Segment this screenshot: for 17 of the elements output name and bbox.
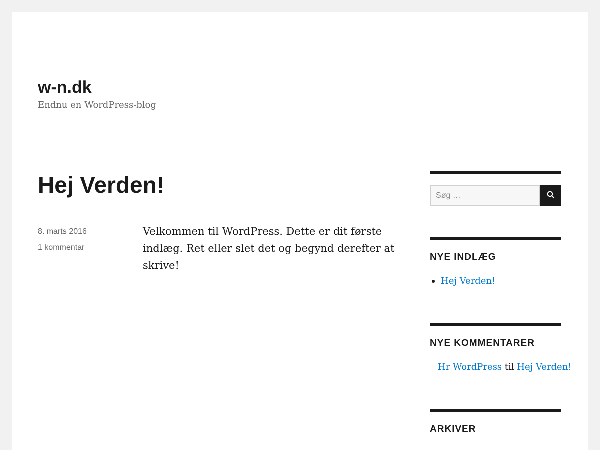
post-body: Velkommen til WordPress. Dette er dit første indlæg. Ret eller slet det og begynd derefter at skrive! <box>143 224 396 274</box>
search-field[interactable]: Søg … <box>430 184 540 206</box>
search-icon <box>546 191 554 199</box>
widget-heading: NYE KOMMENTARER <box>430 338 535 350</box>
post-link[interactable]: Hej Verden! <box>517 362 572 372</box>
comments-link[interactable]: 1 kommentar <box>38 242 85 254</box>
post-link[interactable]: Hej Verden! <box>441 276 496 288</box>
site-tagline: Endnu en WordPress-blog <box>38 100 156 113</box>
post-title: Hej Verden! <box>38 170 165 198</box>
widget-heading: NYE INDLÆG <box>430 252 496 264</box>
post-date[interactable]: 8. marts 2016 <box>38 226 87 238</box>
search-button[interactable] <box>540 184 561 206</box>
widget-heading: ARKIVER <box>430 424 476 436</box>
author-link[interactable]: Hr WordPress <box>438 362 502 372</box>
site-title[interactable]: w-n.dk <box>38 78 92 98</box>
comment-entry: Hr WordPress til Hej Verden! <box>438 362 572 374</box>
bullet-icon <box>432 280 435 283</box>
